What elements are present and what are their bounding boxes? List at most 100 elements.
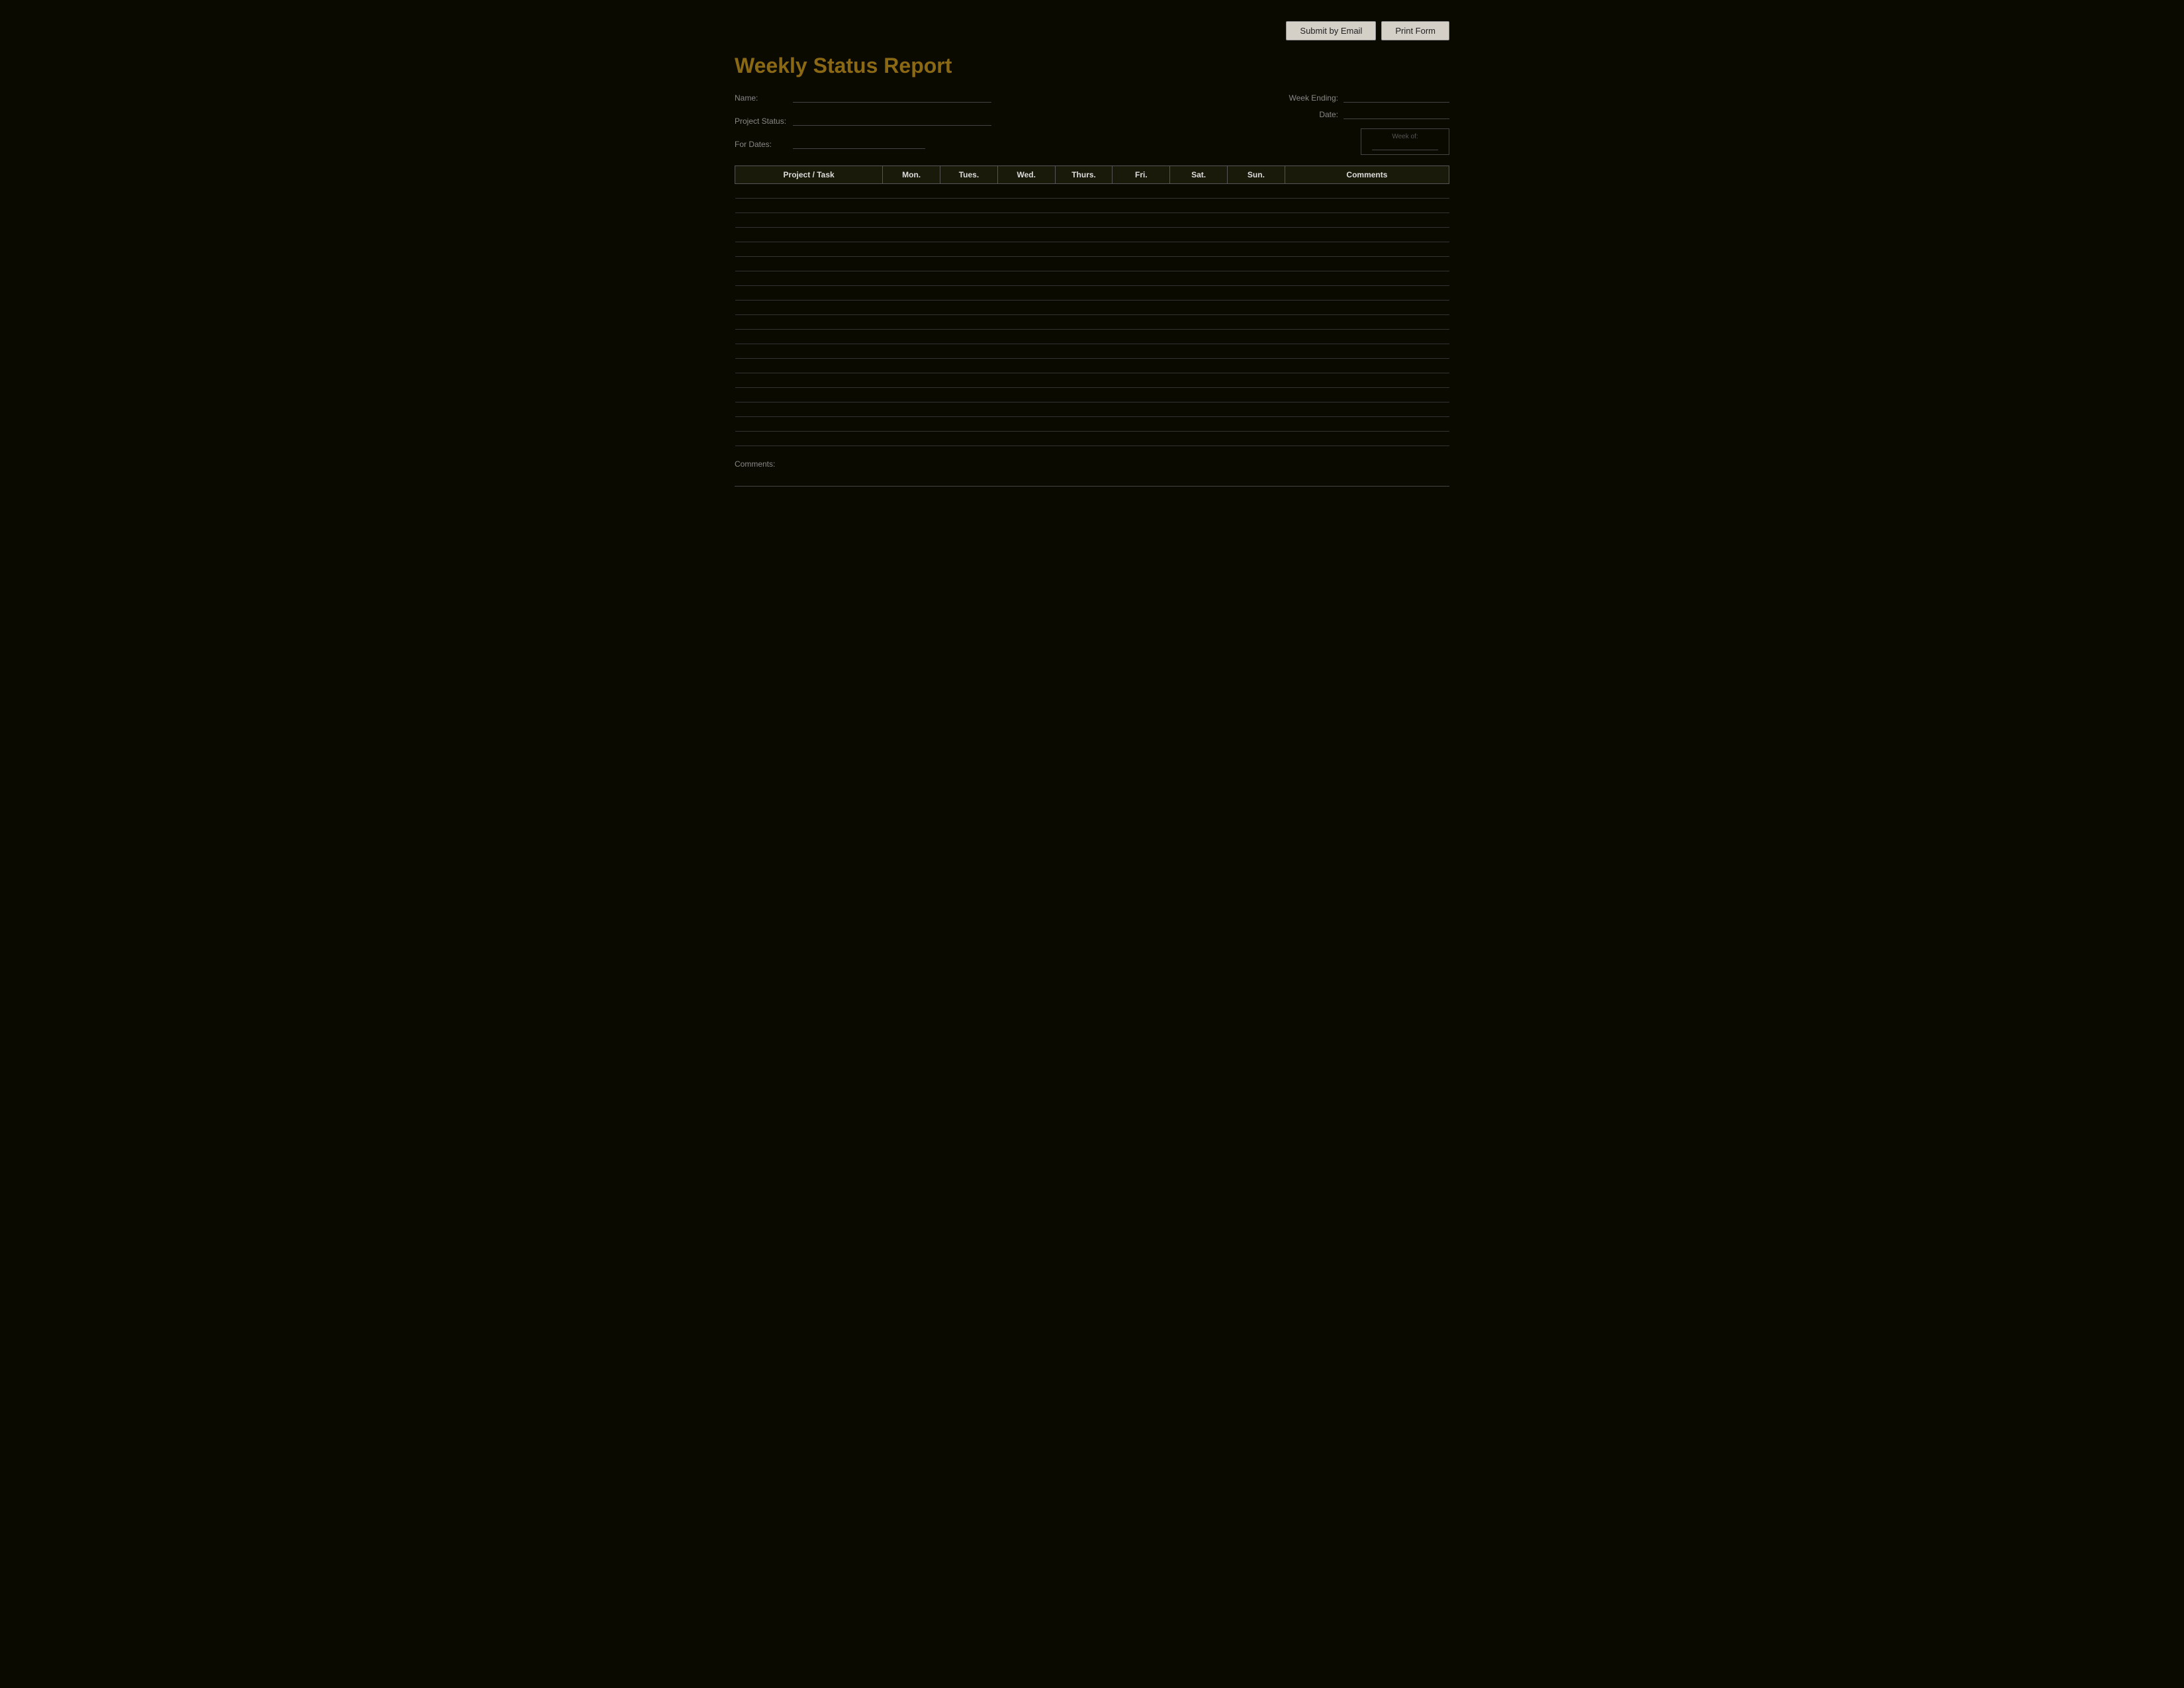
row-0-col-1-input[interactable]	[883, 184, 940, 198]
row-5-col-3-input[interactable]	[997, 257, 1055, 271]
row-8-col-7-input[interactable]	[1228, 301, 1285, 314]
row-17-col-3-input[interactable]	[997, 432, 1055, 445]
row-9-col-1-input[interactable]	[883, 315, 940, 329]
row-10-col-6-input[interactable]	[1170, 330, 1228, 344]
row-11-col-0-input[interactable]	[735, 344, 883, 358]
row-9-col-2-input[interactable]	[940, 315, 998, 329]
week-of-input[interactable]	[1372, 142, 1438, 150]
row-9-col-0-input[interactable]	[735, 315, 883, 329]
row-15-col-4-input[interactable]	[1055, 402, 1113, 416]
row-11-col-8-input[interactable]	[1285, 344, 1449, 358]
row-4-col-7-input[interactable]	[1228, 242, 1285, 256]
row-14-col-2-input[interactable]	[940, 388, 998, 402]
row-4-col-2-input[interactable]	[940, 242, 998, 256]
row-5-col-6-input[interactable]	[1170, 257, 1228, 271]
row-1-col-1-input[interactable]	[883, 199, 940, 212]
row-11-col-4-input[interactable]	[1055, 344, 1113, 358]
row-13-col-4-input[interactable]	[1055, 373, 1113, 387]
row-6-col-5-input[interactable]	[1113, 271, 1170, 285]
row-8-col-6-input[interactable]	[1170, 301, 1228, 314]
row-15-col-6-input[interactable]	[1170, 402, 1228, 416]
name-input[interactable]	[793, 90, 991, 103]
row-14-col-0-input[interactable]	[735, 388, 883, 402]
row-1-col-8-input[interactable]	[1285, 199, 1449, 212]
row-3-col-1-input[interactable]	[883, 228, 940, 242]
row-7-col-1-input[interactable]	[883, 286, 940, 300]
row-15-col-8-input[interactable]	[1285, 402, 1449, 416]
row-10-col-3-input[interactable]	[997, 330, 1055, 344]
row-4-col-0-input[interactable]	[735, 242, 883, 256]
row-12-col-3-input[interactable]	[997, 359, 1055, 373]
row-5-col-0-input[interactable]	[735, 257, 883, 271]
row-14-col-1-input[interactable]	[883, 388, 940, 402]
row-2-col-4-input[interactable]	[1055, 213, 1113, 227]
row-17-col-6-input[interactable]	[1170, 432, 1228, 445]
row-6-col-0-input[interactable]	[735, 271, 883, 285]
row-0-col-2-input[interactable]	[940, 184, 998, 198]
row-14-col-5-input[interactable]	[1113, 388, 1170, 402]
row-3-col-4-input[interactable]	[1055, 228, 1113, 242]
row-16-col-6-input[interactable]	[1170, 417, 1228, 431]
row-17-col-2-input[interactable]	[940, 432, 998, 445]
row-9-col-7-input[interactable]	[1228, 315, 1285, 329]
row-3-col-3-input[interactable]	[997, 228, 1055, 242]
bottom-comments-input[interactable]	[735, 471, 1449, 487]
row-16-col-1-input[interactable]	[883, 417, 940, 431]
row-4-col-1-input[interactable]	[883, 242, 940, 256]
row-13-col-3-input[interactable]	[997, 373, 1055, 387]
row-12-col-7-input[interactable]	[1228, 359, 1285, 373]
row-6-col-6-input[interactable]	[1170, 271, 1228, 285]
row-3-col-2-input[interactable]	[940, 228, 998, 242]
row-5-col-5-input[interactable]	[1113, 257, 1170, 271]
row-2-col-2-input[interactable]	[940, 213, 998, 227]
submit-email-button[interactable]: Submit by Email	[1286, 21, 1376, 40]
row-8-col-2-input[interactable]	[940, 301, 998, 314]
row-8-col-8-input[interactable]	[1285, 301, 1449, 314]
row-11-col-6-input[interactable]	[1170, 344, 1228, 358]
row-4-col-8-input[interactable]	[1285, 242, 1449, 256]
row-0-col-4-input[interactable]	[1055, 184, 1113, 198]
row-16-col-7-input[interactable]	[1228, 417, 1285, 431]
row-15-col-0-input[interactable]	[735, 402, 883, 416]
row-0-col-5-input[interactable]	[1113, 184, 1170, 198]
row-16-col-0-input[interactable]	[735, 417, 883, 431]
row-1-col-7-input[interactable]	[1228, 199, 1285, 212]
row-14-col-8-input[interactable]	[1285, 388, 1449, 402]
row-1-col-5-input[interactable]	[1113, 199, 1170, 212]
date-input[interactable]	[1343, 107, 1449, 119]
row-3-col-5-input[interactable]	[1113, 228, 1170, 242]
row-13-col-5-input[interactable]	[1113, 373, 1170, 387]
row-1-col-4-input[interactable]	[1055, 199, 1113, 212]
row-8-col-0-input[interactable]	[735, 301, 883, 314]
row-11-col-2-input[interactable]	[940, 344, 998, 358]
row-10-col-8-input[interactable]	[1285, 330, 1449, 344]
row-2-col-0-input[interactable]	[735, 213, 883, 227]
row-7-col-5-input[interactable]	[1113, 286, 1170, 300]
row-5-col-1-input[interactable]	[883, 257, 940, 271]
row-8-col-1-input[interactable]	[883, 301, 940, 314]
row-15-col-1-input[interactable]	[883, 402, 940, 416]
row-17-col-5-input[interactable]	[1113, 432, 1170, 445]
row-13-col-7-input[interactable]	[1228, 373, 1285, 387]
row-11-col-5-input[interactable]	[1113, 344, 1170, 358]
row-12-col-8-input[interactable]	[1285, 359, 1449, 373]
row-4-col-5-input[interactable]	[1113, 242, 1170, 256]
row-5-col-8-input[interactable]	[1285, 257, 1449, 271]
row-13-col-6-input[interactable]	[1170, 373, 1228, 387]
row-6-col-3-input[interactable]	[997, 271, 1055, 285]
row-7-col-4-input[interactable]	[1055, 286, 1113, 300]
row-2-col-7-input[interactable]	[1228, 213, 1285, 227]
row-7-col-3-input[interactable]	[997, 286, 1055, 300]
row-15-col-3-input[interactable]	[997, 402, 1055, 416]
row-17-col-4-input[interactable]	[1055, 432, 1113, 445]
print-form-button[interactable]: Print Form	[1381, 21, 1449, 40]
row-12-col-0-input[interactable]	[735, 359, 883, 373]
row-15-col-2-input[interactable]	[940, 402, 998, 416]
row-5-col-4-input[interactable]	[1055, 257, 1113, 271]
row-8-col-3-input[interactable]	[997, 301, 1055, 314]
row-15-col-5-input[interactable]	[1113, 402, 1170, 416]
row-7-col-6-input[interactable]	[1170, 286, 1228, 300]
row-1-col-6-input[interactable]	[1170, 199, 1228, 212]
row-2-col-3-input[interactable]	[997, 213, 1055, 227]
project-status-input[interactable]	[793, 113, 991, 126]
